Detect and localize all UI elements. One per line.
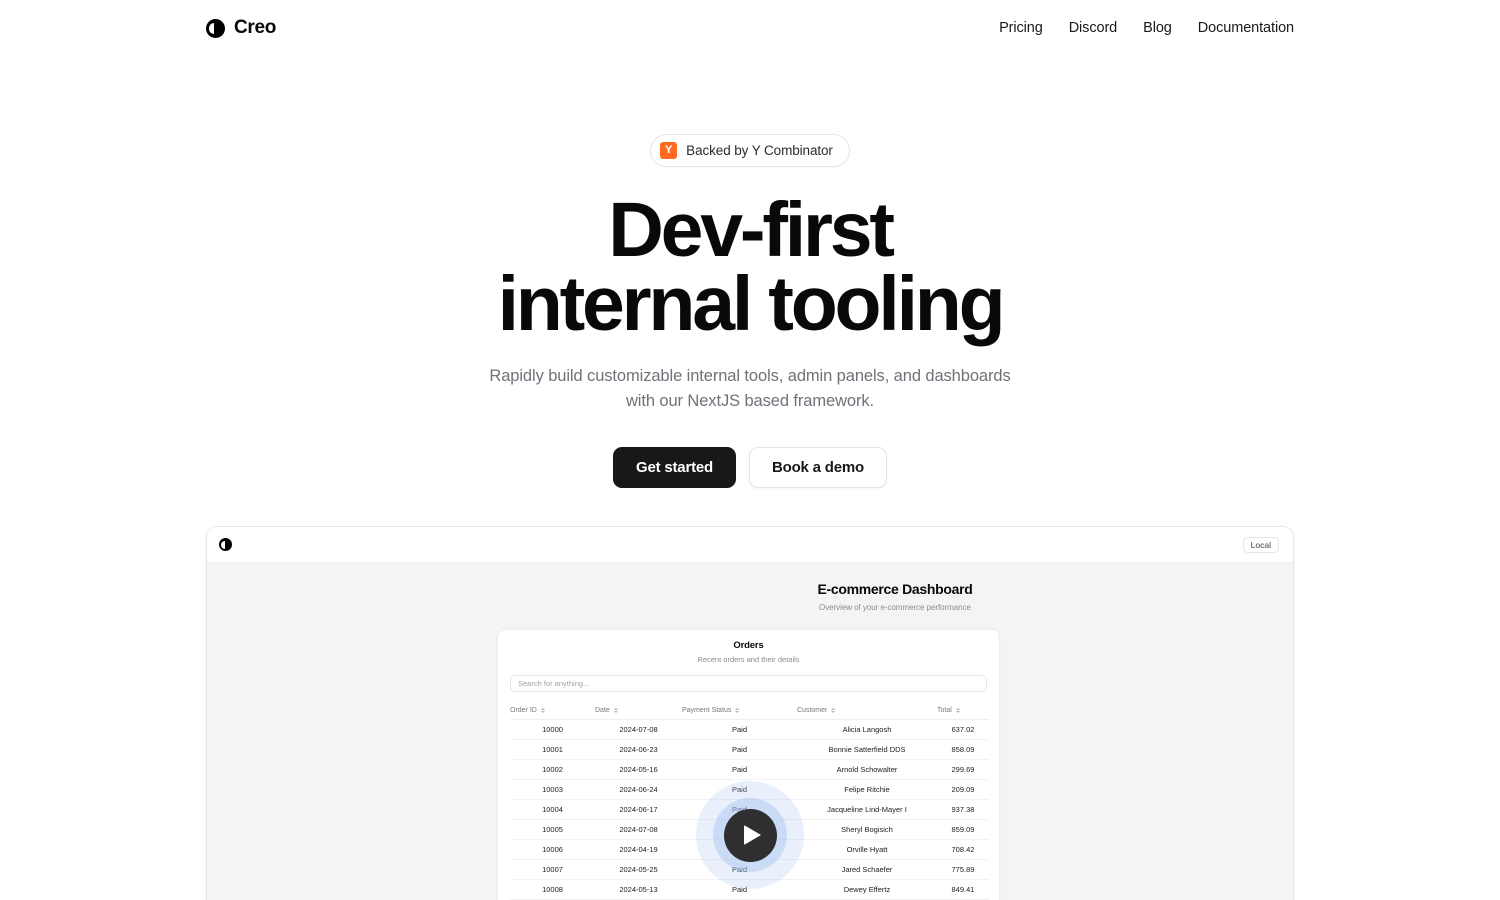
cell-customer: Bonnie Satterfield DDS <box>797 739 937 761</box>
top-navigation-bar: Creo Pricing Discord Blog Documentation <box>0 0 1500 56</box>
column-label: Order ID <box>510 707 537 715</box>
cell-total: 637.02 <box>937 719 989 741</box>
hero-subtitle: Rapidly build customizable internal tool… <box>0 364 1500 414</box>
cell-order-id: 10007 <box>510 859 595 881</box>
y-combinator-icon: Y <box>660 142 678 159</box>
environment-badge[interactable]: Local <box>1242 536 1279 554</box>
get-started-button[interactable]: Get started <box>613 447 736 489</box>
book-a-demo-button[interactable]: Book a demo <box>749 447 887 489</box>
table-row[interactable]: 10002 2024-05-16 Paid Arnold Schowalter … <box>510 759 989 781</box>
cell-total: 708.42 <box>937 839 989 861</box>
nav-link-pricing[interactable]: Pricing <box>999 20 1043 36</box>
cell-status: Paid <box>682 739 797 761</box>
cell-total: 849.41 <box>937 879 989 900</box>
cell-customer: Arnold Schowalter <box>797 759 937 781</box>
product-preview: Local E-commerce Dashboard Overview of y… <box>206 526 1294 900</box>
cell-status: Paid <box>682 759 797 781</box>
cell-date: 2024-05-25 <box>595 859 682 881</box>
cell-total: 858.09 <box>937 739 989 761</box>
orders-card-header: Orders Recent orders and their details <box>498 630 999 664</box>
cell-date: 2024-06-23 <box>595 739 682 761</box>
cell-date: 2024-07-08 <box>595 719 682 741</box>
sort-icon <box>613 708 618 714</box>
yc-badge-label: Backed by Y Combinator <box>686 143 833 158</box>
sort-icon <box>831 708 836 714</box>
cell-date: 2024-04-19 <box>595 839 682 861</box>
cell-order-id: 10001 <box>510 739 595 761</box>
table-row[interactable]: 10000 2024-07-08 Paid Alicia Langosh 637… <box>510 719 989 741</box>
play-video-button[interactable] <box>696 781 804 890</box>
headline-line-2: internal tooling <box>497 260 1006 347</box>
cell-customer: Orville Hyatt <box>797 839 937 861</box>
orders-table-head: Order ID Date Payment Status Customer To… <box>510 703 989 721</box>
cell-status: Paid <box>682 719 797 741</box>
column-header-order-id[interactable]: Order ID <box>510 703 595 721</box>
cell-order-id: 10008 <box>510 879 595 900</box>
orders-search-box[interactable] <box>510 675 987 693</box>
column-header-date[interactable]: Date <box>595 703 682 721</box>
cell-date: 2024-06-17 <box>595 799 682 821</box>
column-label: Total <box>937 707 952 715</box>
column-label: Customer <box>797 707 828 715</box>
brand-logo[interactable]: Creo <box>206 17 276 39</box>
play-icon <box>723 808 777 862</box>
creo-circle-logo-icon[interactable] <box>219 538 232 552</box>
orders-card-description: Recent orders and their details <box>697 655 800 665</box>
table-row[interactable]: 10001 2024-06-23 Paid Bonnie Satterfield… <box>510 739 989 761</box>
cell-order-id: 10006 <box>510 839 595 861</box>
column-label: Date <box>595 707 610 715</box>
cell-order-id: 10002 <box>510 759 595 781</box>
column-header-customer[interactable]: Customer <box>797 703 937 721</box>
table-header-row: Order ID Date Payment Status Customer To… <box>510 703 989 721</box>
cell-order-id: 10004 <box>510 799 595 821</box>
cta-button-row: Get started Book a demo <box>0 447 1500 489</box>
brand-name: Creo <box>234 17 277 38</box>
cell-order-id: 10003 <box>510 779 595 801</box>
cell-date: 2024-05-16 <box>595 759 682 781</box>
preview-app-bar: Local <box>207 527 1293 564</box>
subtitle-line-2: with our NextJS based framework. <box>625 391 875 410</box>
cell-customer: Jacqueline Lind-Mayer I <box>797 799 937 821</box>
cell-date: 2024-07-08 <box>595 819 682 841</box>
cell-order-id: 10005 <box>510 819 595 841</box>
cell-order-id: 10000 <box>510 719 595 741</box>
cell-total: 299.69 <box>937 759 989 781</box>
nav-link-discord[interactable]: Discord <box>1069 20 1118 36</box>
dashboard-title: E-commerce Dashboard <box>817 581 973 598</box>
column-header-payment-status[interactable]: Payment Status <box>682 703 797 721</box>
subtitle-line-1: Rapidly build customizable internal tool… <box>489 366 1011 385</box>
cell-customer: Felipe Ritchie <box>797 779 937 801</box>
backed-by-yc-badge[interactable]: Y Backed by Y Combinator <box>650 134 850 167</box>
creo-circle-logo-icon <box>206 18 225 38</box>
cell-customer: Sheryl Bogisich <box>797 819 937 841</box>
cell-customer: Jared Schaefer <box>797 859 937 881</box>
cell-total: 775.89 <box>937 859 989 881</box>
nav-links: Pricing Discord Blog Documentation <box>999 20 1294 36</box>
column-header-total[interactable]: Total <box>937 703 989 721</box>
cell-total: 209.09 <box>937 779 989 801</box>
nav-link-blog[interactable]: Blog <box>1143 20 1172 36</box>
cell-customer: Alicia Langosh <box>797 719 937 741</box>
orders-card-title: Orders <box>733 640 764 652</box>
hero-section: Y Backed by Y Combinator Dev-first inter… <box>0 56 1500 900</box>
cell-customer: Dewey Effertz <box>797 879 937 900</box>
sort-icon <box>540 708 545 714</box>
cell-date: 2024-06-24 <box>595 779 682 801</box>
cell-date: 2024-05-13 <box>595 879 682 900</box>
dashboard-header: E-commerce Dashboard Overview of your e-… <box>207 581 1293 612</box>
sort-icon <box>735 708 740 714</box>
dashboard-subtitle: Overview of your e-commerce performance <box>819 603 971 613</box>
nav-link-documentation[interactable]: Documentation <box>1198 20 1294 36</box>
page-title: Dev-first internal tooling <box>0 192 1500 347</box>
sort-icon <box>955 708 960 714</box>
cell-total: 937.38 <box>937 799 989 821</box>
cell-total: 859.09 <box>937 819 989 841</box>
search-input[interactable] <box>518 679 979 689</box>
column-label: Payment Status <box>682 707 732 715</box>
